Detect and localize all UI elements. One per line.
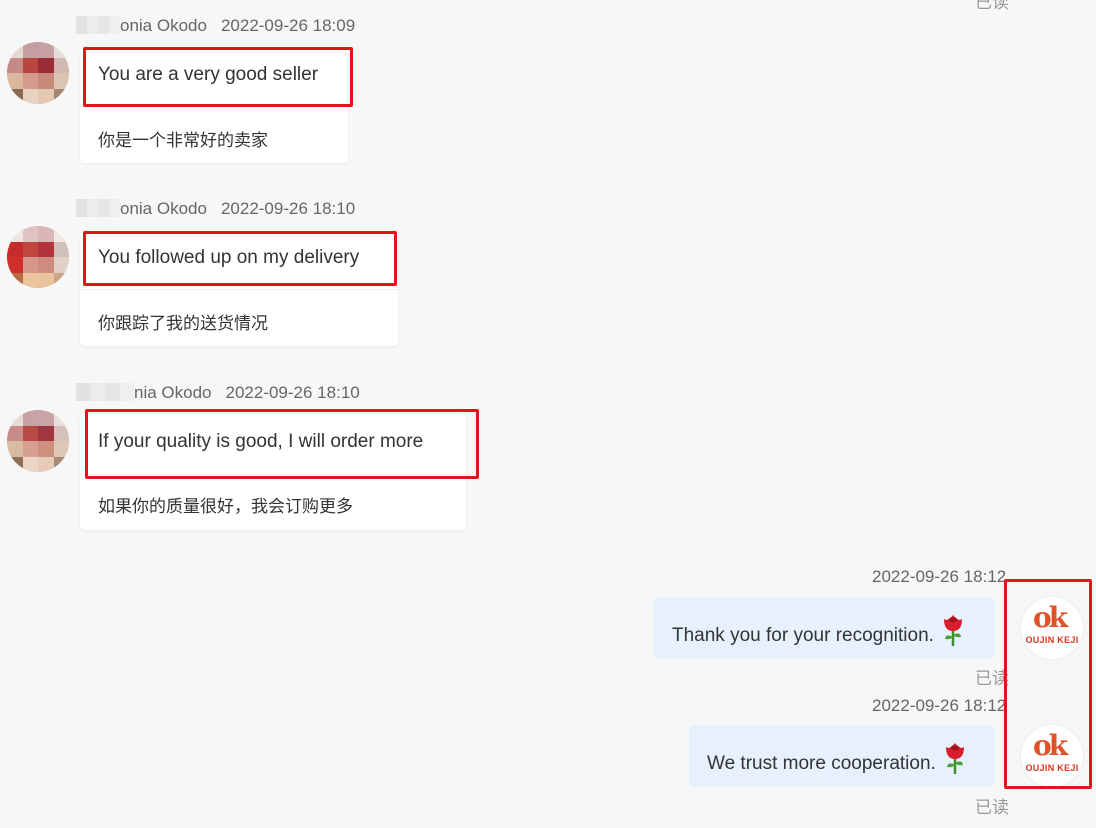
reply-text: Thank you for your recognition. (672, 625, 934, 646)
blurred-name (76, 383, 134, 401)
rose-icon (940, 613, 966, 653)
read-status: 已读 (975, 798, 1009, 817)
message-time: 2022-09-26 18:10 (220, 199, 356, 218)
sender-avatar[interactable] (7, 42, 69, 104)
message-translation: 你是一个非常好的卖家 (98, 131, 268, 150)
sender-name: nia Okodo (134, 383, 212, 402)
message-meta: nia Okodo 2022-09-26 18:10 (76, 383, 360, 403)
highlight-box (83, 47, 353, 107)
read-status-top: 已读 (975, 0, 1009, 12)
sender-name: onia Okodo (120, 16, 207, 35)
blurred-name (76, 199, 120, 217)
blurred-name (76, 16, 120, 34)
reply-time: 2022-09-26 18:12 (872, 696, 1007, 715)
message-time: 2022-09-26 18:09 (220, 16, 356, 35)
sender-avatar[interactable] (7, 410, 69, 472)
message-time: 2022-09-26 18:10 (225, 383, 360, 402)
sender-name: onia Okodo (120, 199, 207, 218)
reply-bubble[interactable]: Thank you for your recognition. (654, 597, 994, 659)
highlight-box (83, 231, 397, 286)
rose-icon (942, 741, 968, 781)
message-meta: onia Okodo 2022-09-26 18:09 (76, 16, 355, 36)
reply-text: We trust more cooperation. (707, 753, 936, 774)
reply-time: 2022-09-26 18:12 (872, 567, 1007, 586)
message-translation: 如果你的质量很好，我会订购更多 (98, 497, 353, 516)
highlight-box (1004, 579, 1092, 789)
message-translation: 你跟踪了我的送货情况 (98, 314, 268, 333)
message-meta: onia Okodo 2022-09-26 18:10 (76, 199, 355, 219)
translation-divider (80, 289, 398, 290)
sender-avatar[interactable] (7, 226, 69, 288)
highlight-box (85, 409, 479, 479)
reply-bubble[interactable]: We trust more cooperation. (689, 725, 994, 787)
